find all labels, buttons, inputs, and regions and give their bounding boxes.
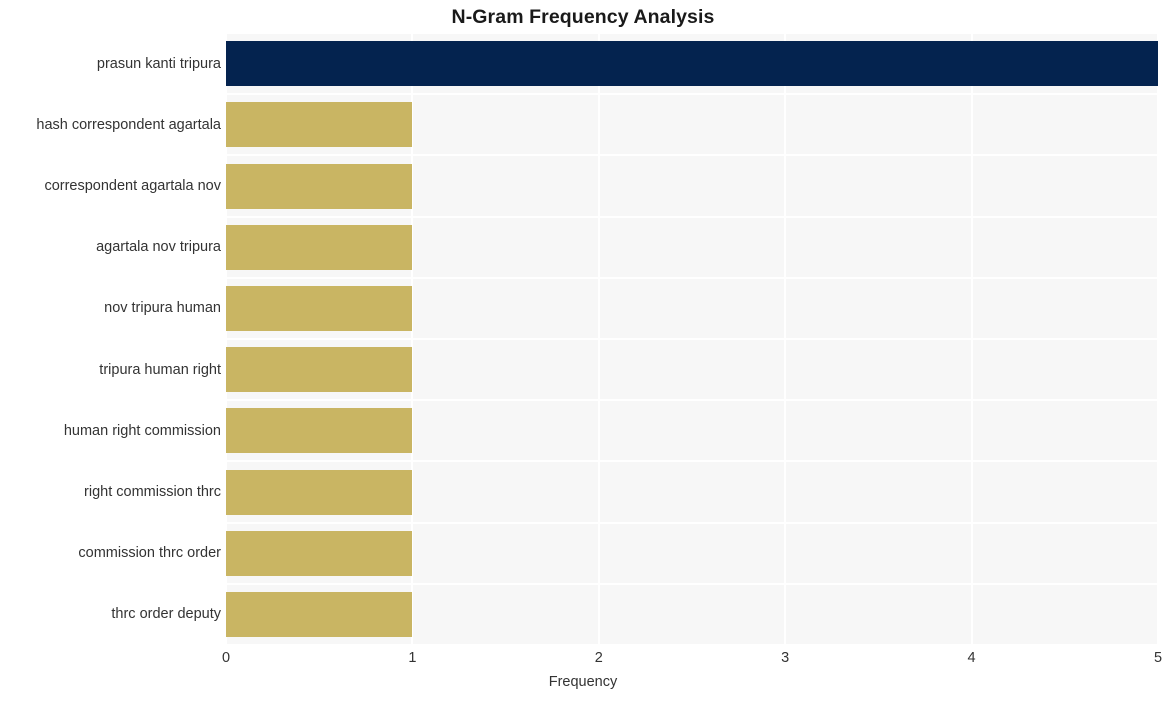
horizontal-gridline <box>226 582 1158 585</box>
bar[interactable] <box>226 224 413 270</box>
y-axis-tick-label: right commission thrc <box>84 484 221 500</box>
horizontal-gridline <box>226 644 1158 645</box>
y-axis-tick-label: agartala nov tripura <box>96 239 221 256</box>
horizontal-gridline <box>226 215 1158 218</box>
y-axis-tick-label: correspondent agartala nov <box>44 178 221 194</box>
horizontal-gridline <box>226 521 1158 524</box>
horizontal-gridline <box>226 154 1158 157</box>
bar[interactable] <box>226 285 413 331</box>
plot-area <box>226 33 1158 645</box>
chart-figure: N-Gram Frequency Analysis prasun kanti t… <box>0 0 1166 701</box>
x-axis-tick-label: 1 <box>408 650 417 666</box>
bar[interactable] <box>226 530 413 576</box>
bar[interactable] <box>226 102 413 148</box>
x-axis-tick-label: 5 <box>1153 650 1163 666</box>
horizontal-gridline <box>226 276 1158 279</box>
chart-title: N-Gram Frequency Analysis <box>451 6 715 28</box>
y-axis-tick-label: thrc order deputy <box>111 606 221 623</box>
y-axis-tick-label: human right commission <box>63 422 221 439</box>
y-axis-tick-label: commission thrc order <box>78 545 221 562</box>
y-axis-tick-label: prasun kanti tripura <box>96 55 221 72</box>
x-axis-label: Frequency <box>548 674 618 690</box>
bar[interactable] <box>226 41 1158 87</box>
x-axis-tick-label: 4 <box>967 650 976 666</box>
x-axis-tick-label: 3 <box>781 650 790 666</box>
bar[interactable] <box>226 347 413 393</box>
horizontal-gridline <box>226 338 1158 340</box>
horizontal-gridline <box>226 460 1158 463</box>
bar[interactable] <box>226 163 413 209</box>
y-axis-tick-label: nov tripura human <box>104 300 221 317</box>
bar[interactable] <box>226 591 413 637</box>
horizontal-gridline <box>226 33 1158 34</box>
bar[interactable] <box>226 408 413 454</box>
y-axis-tick-label: hash correspondent agartala <box>36 116 221 133</box>
horizontal-gridline <box>226 399 1158 402</box>
y-axis-tick-label: tripura human right <box>99 361 221 378</box>
x-axis-tick-label: 2 <box>594 650 603 666</box>
x-axis-tick-label: 0 <box>221 650 231 666</box>
horizontal-gridline <box>226 93 1158 96</box>
bar[interactable] <box>226 469 413 515</box>
